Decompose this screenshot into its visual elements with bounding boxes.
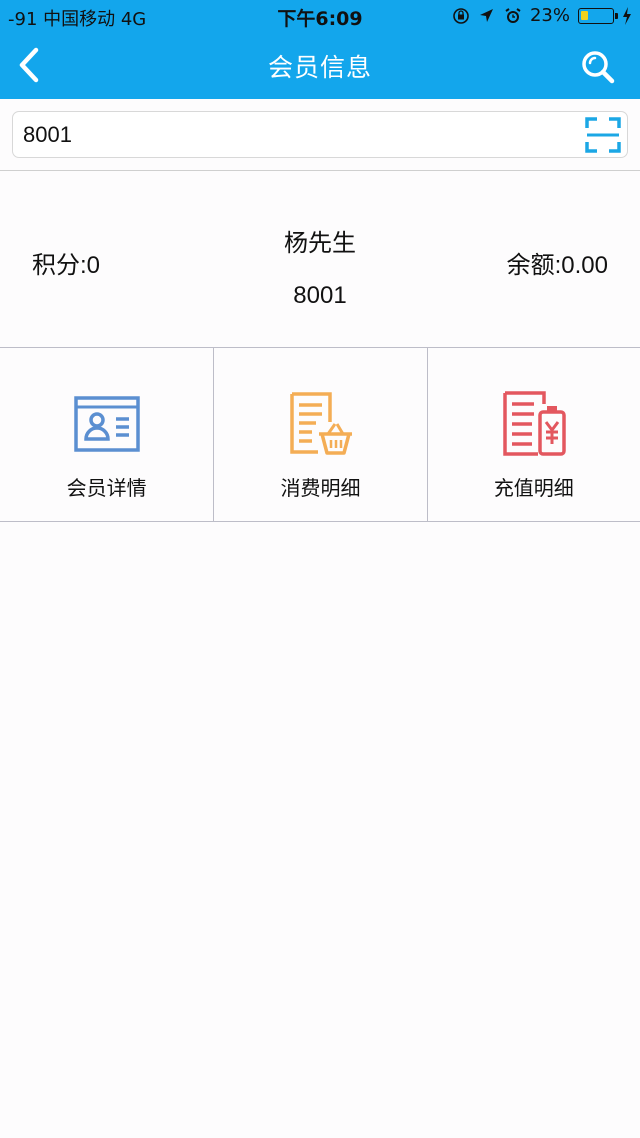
scan-icon — [585, 117, 621, 153]
battery-icon — [578, 7, 618, 24]
status-bar: -91 中国移动 4G 下午6:09 23% — [0, 0, 640, 33]
battery-tip — [615, 12, 618, 19]
member-number-input[interactable] — [23, 112, 573, 157]
menu-label-recharge-details: 充值明细 — [493, 476, 574, 500]
search-button[interactable] — [576, 45, 620, 89]
search-icon — [582, 51, 615, 84]
menu-label-consumption-details: 消费明细 — [280, 476, 361, 500]
menu-grid: 会员详情 消费明细 充值明细 — [0, 348, 640, 522]
location-icon — [479, 8, 493, 22]
member-search-box — [12, 111, 628, 158]
orientation-lock-icon — [453, 7, 469, 24]
balance-label: 余额:0.00 — [506, 252, 608, 279]
page-title: 会员信息 — [267, 53, 372, 82]
charging-bolt-icon — [623, 6, 631, 25]
scan-button[interactable] — [583, 115, 623, 155]
status-right: 23% — [452, 5, 632, 26]
member-card-icon — [73, 396, 140, 452]
battery-level — [581, 10, 588, 20]
recharge-details-button[interactable]: 充值明细 — [426, 348, 640, 521]
nav-bar: 会员信息 — [0, 33, 640, 99]
member-card-number: 8001 — [293, 282, 347, 309]
consumption-details-button[interactable]: 消费明细 — [213, 348, 426, 521]
member-info-card: 积分:0 杨先生 8001 余额:0.00 — [0, 170, 640, 348]
menu-label-member-details: 会员详情 — [66, 476, 147, 500]
consumption-basket-icon — [290, 392, 353, 455]
battery-percent: 23% — [529, 5, 570, 26]
member-details-button[interactable]: 会员详情 — [0, 348, 213, 521]
header: -91 中国移动 4G 下午6:09 23% 会员信息 — [0, 0, 640, 99]
recharge-yuan-icon — [503, 391, 566, 456]
alarm-icon — [505, 7, 521, 23]
